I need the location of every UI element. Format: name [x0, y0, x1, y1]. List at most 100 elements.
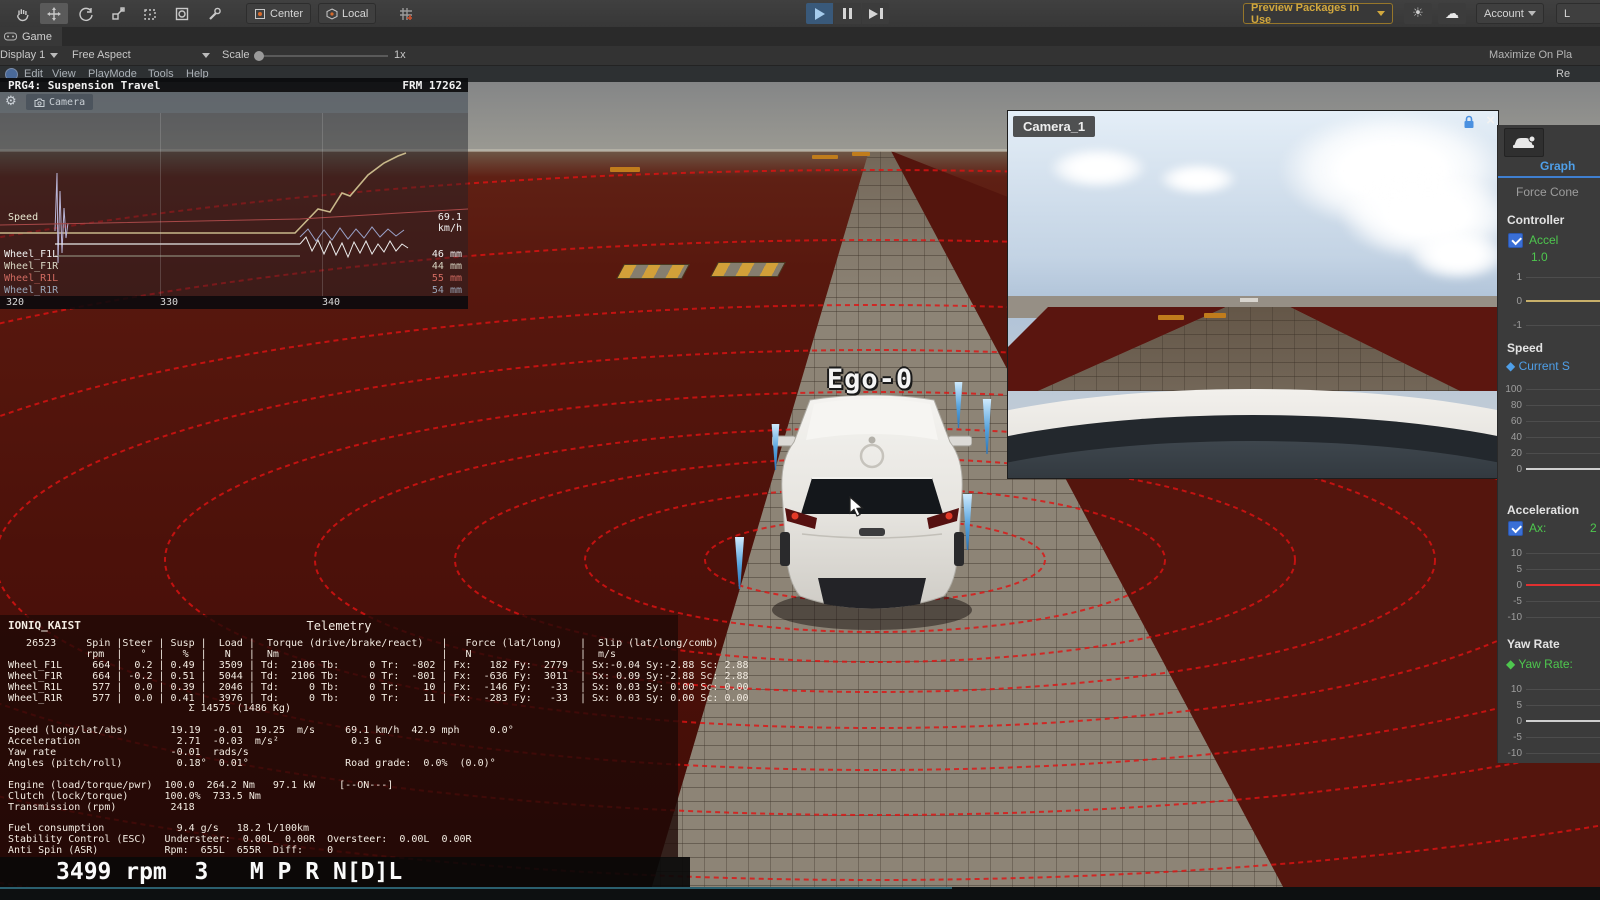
- chevron-down-icon: [1377, 11, 1385, 16]
- tab-bar: Game: [0, 27, 1600, 47]
- speed-graph: 100 80 60 40 20 0: [1500, 383, 1600, 475]
- unity-toolbar: Center Local Preview Packages in Use ☀: [0, 0, 1600, 28]
- road-marker: [610, 167, 640, 172]
- account-label: Account: [1484, 8, 1524, 20]
- chevron-down-icon: [202, 53, 210, 58]
- tab-game[interactable]: Game: [0, 27, 62, 46]
- account-dropdown[interactable]: Account: [1476, 3, 1544, 24]
- pause-button[interactable]: [834, 3, 861, 24]
- rotate-tool-icon[interactable]: [72, 3, 100, 24]
- layers-dropdown[interactable]: L: [1556, 3, 1600, 24]
- wheel-trace-label: Wheel_F1L: [4, 249, 58, 260]
- pivot-center-button[interactable]: Center: [246, 3, 311, 24]
- legend-marker-icon: ◆: [1506, 657, 1515, 671]
- frame-counter: FRM 17262: [402, 79, 462, 92]
- play-button[interactable]: [806, 3, 833, 24]
- scale-slider-track[interactable]: [256, 55, 388, 57]
- wheel-trace-label: Wheel_R1R: [4, 285, 58, 296]
- bottom-bar: [0, 887, 1600, 900]
- speed-bump-marker: [616, 264, 690, 279]
- cloud-services-icon[interactable]: ☁: [1438, 3, 1466, 24]
- tab-graph[interactable]: Graph: [1540, 159, 1575, 173]
- accel-legend: Accel: [1529, 233, 1558, 247]
- grid-snap-icon[interactable]: [392, 3, 420, 24]
- suspension-traces: [0, 113, 468, 296]
- suspension-panel-toolbar: ⚙ Camera: [0, 92, 468, 113]
- rect-tool-icon[interactable]: [136, 3, 164, 24]
- wheel-trace-value: 54 mm: [410, 285, 462, 296]
- step-icon: [869, 9, 878, 19]
- wheel-trace-value: 55 mm: [410, 273, 462, 284]
- ax-checkbox[interactable]: [1508, 521, 1523, 536]
- pause-icon: [843, 8, 846, 19]
- hand-tool-icon[interactable]: [8, 3, 36, 24]
- controller-graph: 1 0 -1: [1500, 271, 1600, 333]
- speed-legend: ◆ Current S: [1506, 359, 1570, 373]
- accel-value: 1.0: [1531, 250, 1548, 264]
- move-tool-icon[interactable]: [40, 3, 68, 24]
- custom-tool-icon[interactable]: [200, 3, 228, 24]
- x-tick: 340: [322, 297, 340, 308]
- tab-force-cones[interactable]: Force Cone: [1516, 185, 1579, 199]
- display-dropdown[interactable]: Display 1: [0, 49, 58, 61]
- game-view-toolbar: Display 1 Free Aspect Scale 1x Maximize …: [0, 46, 1600, 66]
- ax-legend: Ax:: [1529, 521, 1546, 535]
- telemetry-readout: 26523 Spin |Steer | Susp | Load | Torque…: [8, 639, 749, 857]
- suspension-panel-title: PRG4: Suspension Travel: [8, 79, 160, 92]
- transform-tool-icon[interactable]: [168, 3, 196, 24]
- accel-checkbox[interactable]: [1508, 233, 1523, 248]
- controller-section-title: Controller: [1507, 213, 1564, 227]
- wheel-trace-value: 44 mm: [410, 261, 462, 272]
- ax-value: 2: [1590, 521, 1597, 535]
- rpm-gear-indicator: 3499 rpm 3 M P R N[D]L: [56, 859, 402, 885]
- tab-underline: [1498, 176, 1600, 178]
- chevron-down-icon: [1528, 11, 1536, 16]
- suspension-panel-titlebar: PRG4: Suspension Travel FRM 17262: [0, 78, 468, 92]
- road-marker: [812, 155, 838, 159]
- mouse-cursor: [848, 496, 866, 518]
- orientation-local-button[interactable]: Local: [318, 3, 376, 24]
- wheel-trace-label: Wheel_F1R: [4, 261, 58, 272]
- car-settings-icon: [1512, 135, 1536, 151]
- camera-mode-label: Camera: [49, 97, 85, 108]
- preview-packages-label: Preview Packages in Use: [1251, 2, 1373, 26]
- preview-packages-dropdown[interactable]: Preview Packages in Use: [1243, 3, 1393, 24]
- camera-mode-button[interactable]: Camera: [26, 94, 93, 110]
- legend-marker-icon: ◆: [1506, 359, 1515, 373]
- layers-label: L: [1564, 8, 1570, 20]
- vehicle-telemetry-sidebar: Graph Force Cone Controller Accel 1.0 1 …: [1497, 125, 1600, 763]
- lock-icon[interactable]: [1462, 115, 1476, 129]
- suspension-x-axis: 320 330 340: [0, 296, 468, 309]
- unity-editor-window: Ego-0 Center Local: [0, 0, 1600, 900]
- telemetry-panel: IONIQ_KAIST Telemetry 26523 Spin |Steer …: [0, 615, 678, 857]
- center-pivot-icon: [254, 8, 266, 20]
- speed-trace-value: 69.1 km/h: [410, 212, 462, 234]
- cloud: [1408, 229, 1499, 281]
- camera1-window: Camera_1 ×: [1007, 110, 1499, 479]
- speed-bump-marker: [710, 262, 786, 277]
- suspension-travel-panel: PRG4: Suspension Travel FRM 17262 ⚙ Came…: [0, 78, 468, 309]
- maximize-on-play-toggle[interactable]: Maximize On Pla: [1489, 49, 1572, 61]
- suspension-graph: Speed 69.1 km/h Wheel_F1L Wheel_F1R Whee…: [0, 113, 468, 296]
- local-cube-icon: [326, 8, 338, 20]
- scale-tool-icon[interactable]: [104, 3, 132, 24]
- orientation-local-label: Local: [342, 8, 368, 20]
- ego-vehicle-label: Ego-0: [795, 364, 945, 395]
- aspect-label: Free Aspect: [72, 49, 131, 61]
- acceleration-graph: 10 5 0 -5 -10: [1500, 547, 1600, 623]
- yaw-section-title: Yaw Rate: [1507, 637, 1560, 651]
- vehicle-panel-button[interactable]: [1504, 128, 1544, 157]
- gear-status-band: 3499 rpm 3 M P R N[D]L: [0, 857, 690, 887]
- camera1-title: Camera_1: [1013, 116, 1095, 137]
- scale-slider-knob[interactable]: [254, 51, 264, 61]
- close-icon[interactable]: ×: [1486, 112, 1495, 129]
- step-button[interactable]: [862, 3, 889, 24]
- scale-value: 1x: [394, 49, 406, 61]
- aspect-dropdown[interactable]: Free Aspect: [72, 49, 210, 61]
- menu-right-clipped[interactable]: Re: [1556, 68, 1570, 80]
- gear-icon[interactable]: ⚙: [5, 94, 17, 109]
- ego-vehicle: [772, 382, 972, 632]
- speed-trace-label: Speed: [8, 212, 38, 223]
- progress-activity-icon[interactable]: ☀: [1404, 3, 1432, 24]
- cloud: [1048, 147, 1148, 189]
